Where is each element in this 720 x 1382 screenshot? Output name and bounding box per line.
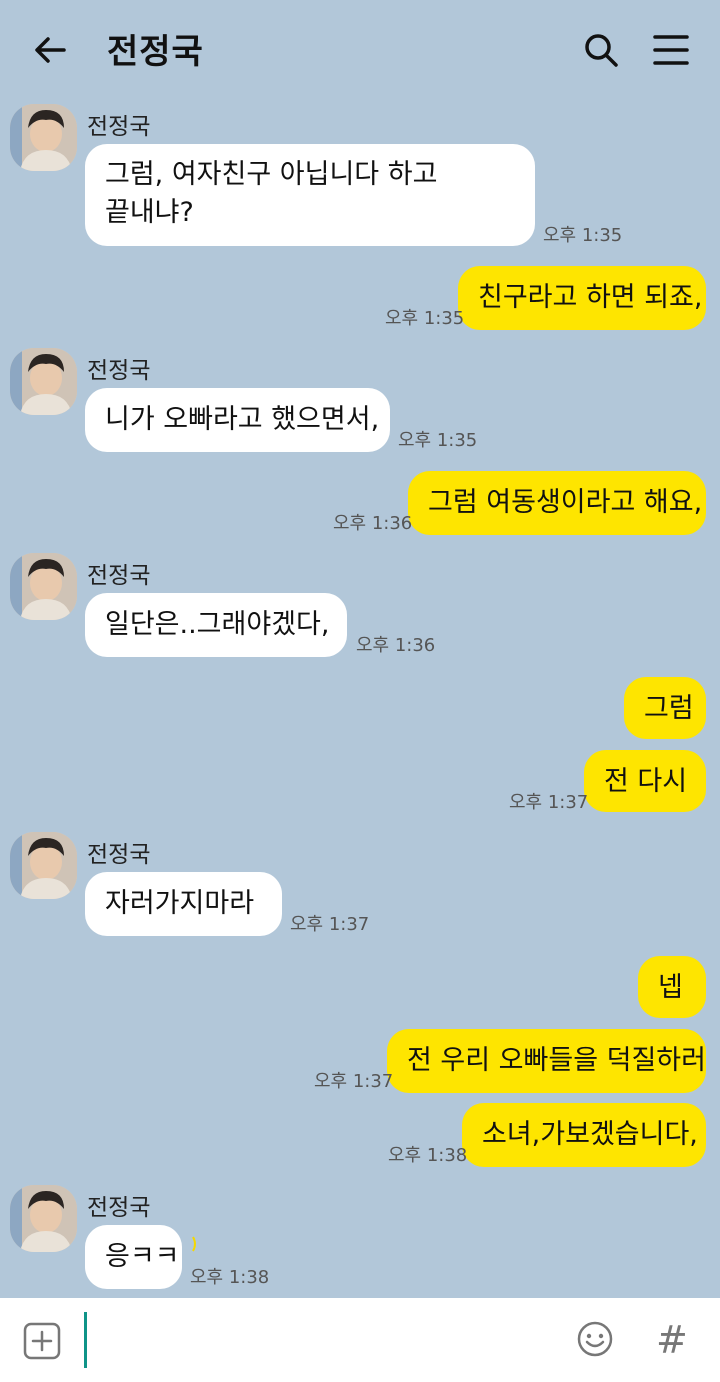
- avatar-photo: [10, 104, 77, 171]
- chat-header: 전정국: [0, 0, 720, 100]
- avatar-photo: [10, 1185, 77, 1252]
- message-bubble-received[interactable]: 니가 오빠라고 했으면서,: [85, 388, 390, 452]
- contact-avatar[interactable]: [10, 1185, 77, 1252]
- message-time: 오후 1:35: [398, 430, 478, 451]
- message-text: 일단은..그래야겠다,: [105, 609, 330, 640]
- unread-mark-icon: [192, 1236, 196, 1252]
- message-bubble-sent[interactable]: 전 우리 오빠들을 덕질하러: [387, 1029, 706, 1093]
- message-bubble-received[interactable]: 그럼, 여자친구 아닙니다 하고 끝내냐?: [85, 144, 535, 246]
- message-bubble-sent[interactable]: 넵: [638, 956, 706, 1018]
- avatar-photo: [10, 553, 77, 620]
- message-text: 친구라고 하면 되죠,: [478, 282, 703, 313]
- message-text: 그럼: [644, 693, 694, 724]
- message-text: 응ㅋㅋ: [105, 1241, 180, 1272]
- contact-avatar[interactable]: [10, 832, 77, 899]
- avatar-photo: [10, 832, 77, 899]
- message-time: 오후 1:36: [333, 513, 413, 534]
- message-time: 오후 1:38: [190, 1267, 270, 1288]
- message-bubble-received[interactable]: 응ㅋㅋ: [85, 1225, 182, 1289]
- message-bubble-sent[interactable]: 그럼 여동생이라고 해요,: [408, 471, 706, 535]
- message-text: 소녀,가보겠습니다,: [482, 1119, 698, 1150]
- add-icon[interactable]: [23, 1322, 61, 1360]
- menu-icon[interactable]: [651, 32, 691, 68]
- contact-name: 전정국: [87, 358, 151, 384]
- contact-avatar[interactable]: [10, 553, 77, 620]
- message-time: 오후 1:37: [314, 1071, 394, 1092]
- message-bubble-sent[interactable]: 소녀,가보겠습니다,: [462, 1103, 706, 1167]
- message-bubble-sent[interactable]: 전 다시: [584, 750, 706, 812]
- message-time: 오후 1:37: [290, 914, 370, 935]
- message-time: 오후 1:37: [509, 792, 589, 813]
- contact-avatar[interactable]: [10, 348, 77, 415]
- contact-name: 전정국: [87, 1195, 151, 1221]
- message-input-field[interactable]: [84, 1312, 87, 1368]
- message-text: 넵: [658, 972, 683, 1003]
- emoji-icon[interactable]: [576, 1320, 614, 1358]
- contact-avatar[interactable]: [10, 104, 77, 171]
- message-bubble-received[interactable]: 일단은..그래야겠다,: [85, 593, 347, 657]
- message-bubble-received[interactable]: 자러가지마라: [85, 872, 282, 936]
- message-text: 니가 오빠라고 했으면서,: [105, 404, 380, 435]
- message-text: 전 우리 오빠들을 덕질하러: [407, 1045, 706, 1076]
- contact-name: 전정국: [87, 842, 151, 868]
- message-time: 오후 1:35: [543, 225, 623, 246]
- message-text: 자러가지마라: [105, 888, 255, 919]
- search-icon[interactable]: [581, 30, 621, 70]
- avatar-photo: [10, 348, 77, 415]
- message-time: 오후 1:38: [388, 1145, 468, 1166]
- message-time: 오후 1:36: [356, 635, 436, 656]
- chat-title: 전정국: [107, 32, 204, 72]
- hashtag-icon[interactable]: #: [656, 1318, 688, 1362]
- message-text: 그럼 여동생이라고 해요,: [428, 487, 703, 518]
- message-text: 전 다시: [604, 766, 688, 797]
- message-time: 오후 1:35: [385, 308, 465, 329]
- contact-name: 전정국: [87, 563, 151, 589]
- contact-name: 전정국: [87, 114, 151, 140]
- message-bubble-sent[interactable]: 그럼: [624, 677, 706, 739]
- message-bubble-sent[interactable]: 친구라고 하면 되죠,: [458, 266, 706, 330]
- back-arrow-icon[interactable]: [30, 30, 70, 70]
- message-text: 그럼, 여자친구 아닙니다 하고 끝내냐?: [105, 159, 438, 228]
